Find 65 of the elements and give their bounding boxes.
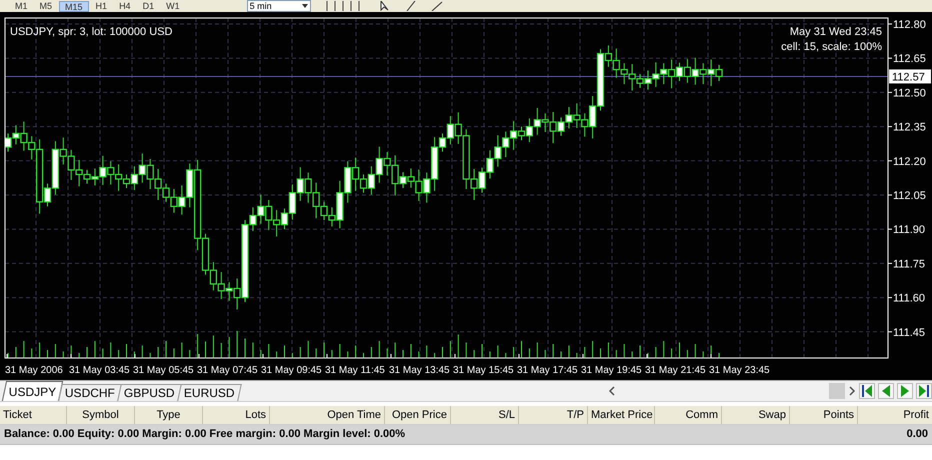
skip-first-icon bbox=[862, 385, 872, 397]
column-header[interactable]: Points bbox=[790, 406, 858, 424]
timeframe-button[interactable]: W1 bbox=[161, 0, 185, 12]
time-label: 31 May 19:45 bbox=[581, 365, 642, 376]
skip-last-icon bbox=[919, 385, 929, 397]
chart-datetime: May 31 Wed 23:45 bbox=[790, 26, 882, 38]
account-summary: Balance: 0.00 Equity: 0.00 Margin: 0.00 Free margin: 0.00 Margin level: 0.00% bbox=[4, 427, 406, 442]
time-label: 31 May 17:45 bbox=[517, 365, 578, 376]
column-header[interactable]: Profit bbox=[858, 406, 932, 424]
time-label: 31 May 03:45 bbox=[69, 365, 130, 376]
timeframe-button[interactable]: M15 bbox=[59, 0, 89, 12]
column-header[interactable]: Swap bbox=[722, 406, 790, 424]
line-tool-icon[interactable] bbox=[404, 1, 417, 11]
next-icon bbox=[901, 385, 909, 397]
price-label: 111.45 bbox=[893, 326, 926, 339]
time-label: 31 May 09:45 bbox=[261, 365, 322, 376]
time-label: 31 May 11:45 bbox=[325, 365, 385, 376]
timeframe-button[interactable]: M5 bbox=[34, 0, 58, 12]
column-header[interactable]: Open Time bbox=[270, 406, 385, 424]
scrollbar-thumb[interactable] bbox=[829, 383, 845, 399]
column-header[interactable]: Type bbox=[135, 406, 203, 424]
column-header[interactable]: Open Price bbox=[385, 406, 451, 424]
timeframe-button[interactable]: H1 bbox=[90, 0, 112, 12]
scale-info: cell: 15, scale: 100% bbox=[781, 41, 882, 53]
time-label: 31 May 13:45 bbox=[389, 365, 450, 376]
price-label: 112.20 bbox=[893, 156, 926, 168]
column-header[interactable]: T/P bbox=[519, 406, 588, 424]
column-header[interactable]: Symbol bbox=[67, 406, 135, 424]
price-label: 112.80 bbox=[893, 19, 926, 31]
trendline-icon[interactable] bbox=[430, 1, 443, 11]
price-label: 111.60 bbox=[893, 292, 926, 305]
scroll-left-icon[interactable] bbox=[608, 386, 616, 396]
symbol-tab[interactable]: GBPUSD bbox=[118, 384, 182, 401]
time-label: 31 May 15:45 bbox=[453, 365, 514, 376]
total-profit: 0.00 bbox=[906, 427, 928, 442]
last-tab-button[interactable] bbox=[916, 383, 932, 399]
period-dropdown[interactable]: 5 min bbox=[246, 0, 311, 12]
time-label: 31 May 2006 bbox=[5, 365, 63, 376]
column-header[interactable]: S/L bbox=[451, 406, 519, 424]
column-header[interactable]: Market Price bbox=[588, 406, 655, 424]
scroll-right-icon[interactable] bbox=[848, 386, 856, 396]
timeframe-button[interactable]: M1 bbox=[10, 0, 33, 12]
price-label: 112.65 bbox=[893, 53, 926, 66]
current-price-marker: 112.57 bbox=[889, 69, 931, 84]
previous-icon bbox=[882, 385, 890, 397]
first-tab-button[interactable] bbox=[859, 383, 875, 399]
time-label: 31 May 05:45 bbox=[133, 365, 194, 376]
column-header[interactable]: Comm bbox=[655, 406, 722, 424]
symbol-tab[interactable]: USDJPY bbox=[2, 381, 64, 401]
symbol-info: USDJPY, spr: 3, lot: 100000 USD bbox=[10, 26, 172, 38]
time-label: 31 May 23:45 bbox=[709, 365, 770, 376]
caret-icon bbox=[302, 4, 308, 8]
price-label: 112.50 bbox=[893, 87, 926, 100]
column-header[interactable]: Lots bbox=[203, 406, 270, 424]
price-label: 111.90 bbox=[893, 224, 926, 236]
price-label: 111.75 bbox=[893, 258, 926, 270]
symbol-tab[interactable]: EURUSD bbox=[177, 384, 242, 401]
symbol-tab[interactable]: USDCHF bbox=[58, 384, 122, 401]
price-label: 112.05 bbox=[893, 190, 926, 202]
time-label: 31 May 21:45 bbox=[645, 365, 706, 376]
column-header[interactable]: Ticket bbox=[0, 406, 67, 424]
price-label: 112.35 bbox=[893, 122, 926, 134]
timeframe-button[interactable]: H4 bbox=[114, 0, 136, 12]
timeframe-button[interactable]: D1 bbox=[138, 0, 160, 12]
time-label: 31 May 07:45 bbox=[197, 365, 258, 376]
